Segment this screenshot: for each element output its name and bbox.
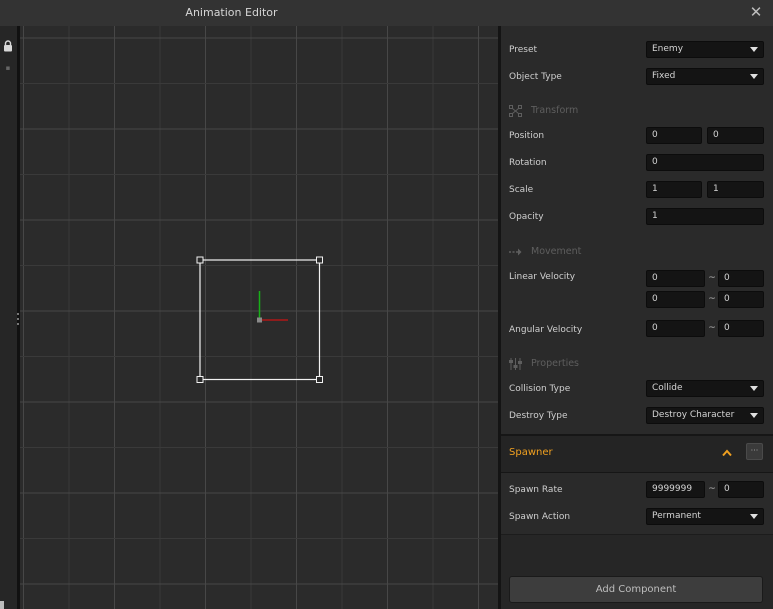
transform-header-label: Transform <box>531 105 579 116</box>
linear-velocity-y-max[interactable]: 0 <box>718 291 764 308</box>
scale-x-field[interactable]: 1 <box>646 181 702 198</box>
collision-type-value: Collide <box>652 383 683 393</box>
scene-viewport[interactable] <box>20 26 498 609</box>
object-type-label: Object Type <box>509 72 562 82</box>
position-label: Position <box>509 131 545 141</box>
chevron-up-icon[interactable] <box>722 449 732 457</box>
collision-type-dropdown[interactable]: Collide <box>646 380 764 397</box>
spawn-action-value: Permanent <box>652 511 701 521</box>
pivot-point[interactable] <box>257 317 262 323</box>
opacity-field[interactable]: 1 <box>646 208 764 225</box>
object-type-value: Fixed <box>652 71 676 81</box>
collision-type-label: Collision Type <box>509 384 571 394</box>
movement-header-label: Movement <box>531 246 582 257</box>
preset-dropdown[interactable]: Enemy <box>646 41 764 58</box>
more-options-button[interactable]: ··· <box>746 443 763 460</box>
preset-label: Preset <box>509 45 538 55</box>
arrow-right-icon <box>509 248 522 256</box>
spawn-action-dropdown[interactable]: Permanent <box>646 508 764 525</box>
close-icon[interactable]: ✕ <box>749 5 763 20</box>
spawner-title: Spawner <box>509 447 553 458</box>
window-title: Animation Editor <box>185 6 278 19</box>
title-bar: Animation Editor ✕ <box>0 0 773 26</box>
range-separator: ~ <box>708 273 716 283</box>
object-type-dropdown[interactable]: Fixed <box>646 68 764 85</box>
rotation-label: Rotation <box>509 158 547 168</box>
properties-header-label: Properties <box>531 358 580 369</box>
chevron-down-icon <box>750 74 758 79</box>
resize-handle-top-right[interactable] <box>316 256 323 264</box>
angular-velocity-min[interactable]: 0 <box>646 320 705 337</box>
chevron-down-icon <box>750 514 758 519</box>
spawner-header[interactable]: Spawner ··· <box>501 436 773 472</box>
scale-label: Scale <box>509 185 534 195</box>
chevron-down-icon <box>750 413 758 418</box>
destroy-type-dropdown[interactable]: Destroy Character <box>646 407 764 424</box>
opacity-label: Opacity <box>509 212 544 222</box>
strip-bottom-marker <box>0 601 4 609</box>
linear-velocity-x-max[interactable]: 0 <box>718 270 764 287</box>
resize-handle-bottom-right[interactable] <box>316 376 323 383</box>
left-tool-strip: ▪ <box>0 26 17 609</box>
linear-velocity-label: Linear Velocity <box>509 272 576 282</box>
spawn-rate-min[interactable]: 9999999 <box>646 481 705 498</box>
range-separator: ~ <box>708 323 716 333</box>
sliders-icon <box>509 358 522 370</box>
destroy-type-value: Destroy Character <box>652 410 735 420</box>
spawn-rate-label: Spawn Rate <box>509 485 563 495</box>
rotation-field[interactable]: 0 <box>646 154 764 171</box>
linear-velocity-x-min[interactable]: 0 <box>646 270 705 287</box>
add-component-button[interactable]: Add Component <box>509 576 763 603</box>
selection-overlay <box>196 256 323 383</box>
destroy-type-label: Destroy Type <box>509 411 568 421</box>
linear-velocity-y-min[interactable]: 0 <box>646 291 705 308</box>
spawner-header-divider <box>501 472 773 473</box>
angular-velocity-max[interactable]: 0 <box>718 320 764 337</box>
chevron-down-icon <box>750 386 758 391</box>
resize-handle-top-left[interactable] <box>196 256 204 264</box>
angular-velocity-label: Angular Velocity <box>509 325 583 335</box>
range-separator: ~ <box>708 484 716 494</box>
range-separator: ~ <box>708 294 716 304</box>
lock-icon[interactable] <box>3 40 13 52</box>
preset-value: Enemy <box>652 44 684 54</box>
spawn-action-label: Spawn Action <box>509 512 571 522</box>
spawn-rate-max[interactable]: 0 <box>718 481 764 498</box>
scale-y-field[interactable]: 1 <box>707 181 764 198</box>
position-y-field[interactable]: 0 <box>707 127 764 144</box>
position-x-field[interactable]: 0 <box>646 127 702 144</box>
properties-panel: Preset Enemy Object Type Fixed Transform… <box>501 26 773 609</box>
transform-icon <box>509 105 522 117</box>
resize-handle-bottom-left[interactable] <box>196 376 204 383</box>
strip-marker-icon: ▪ <box>5 64 11 72</box>
chevron-down-icon <box>750 47 758 52</box>
